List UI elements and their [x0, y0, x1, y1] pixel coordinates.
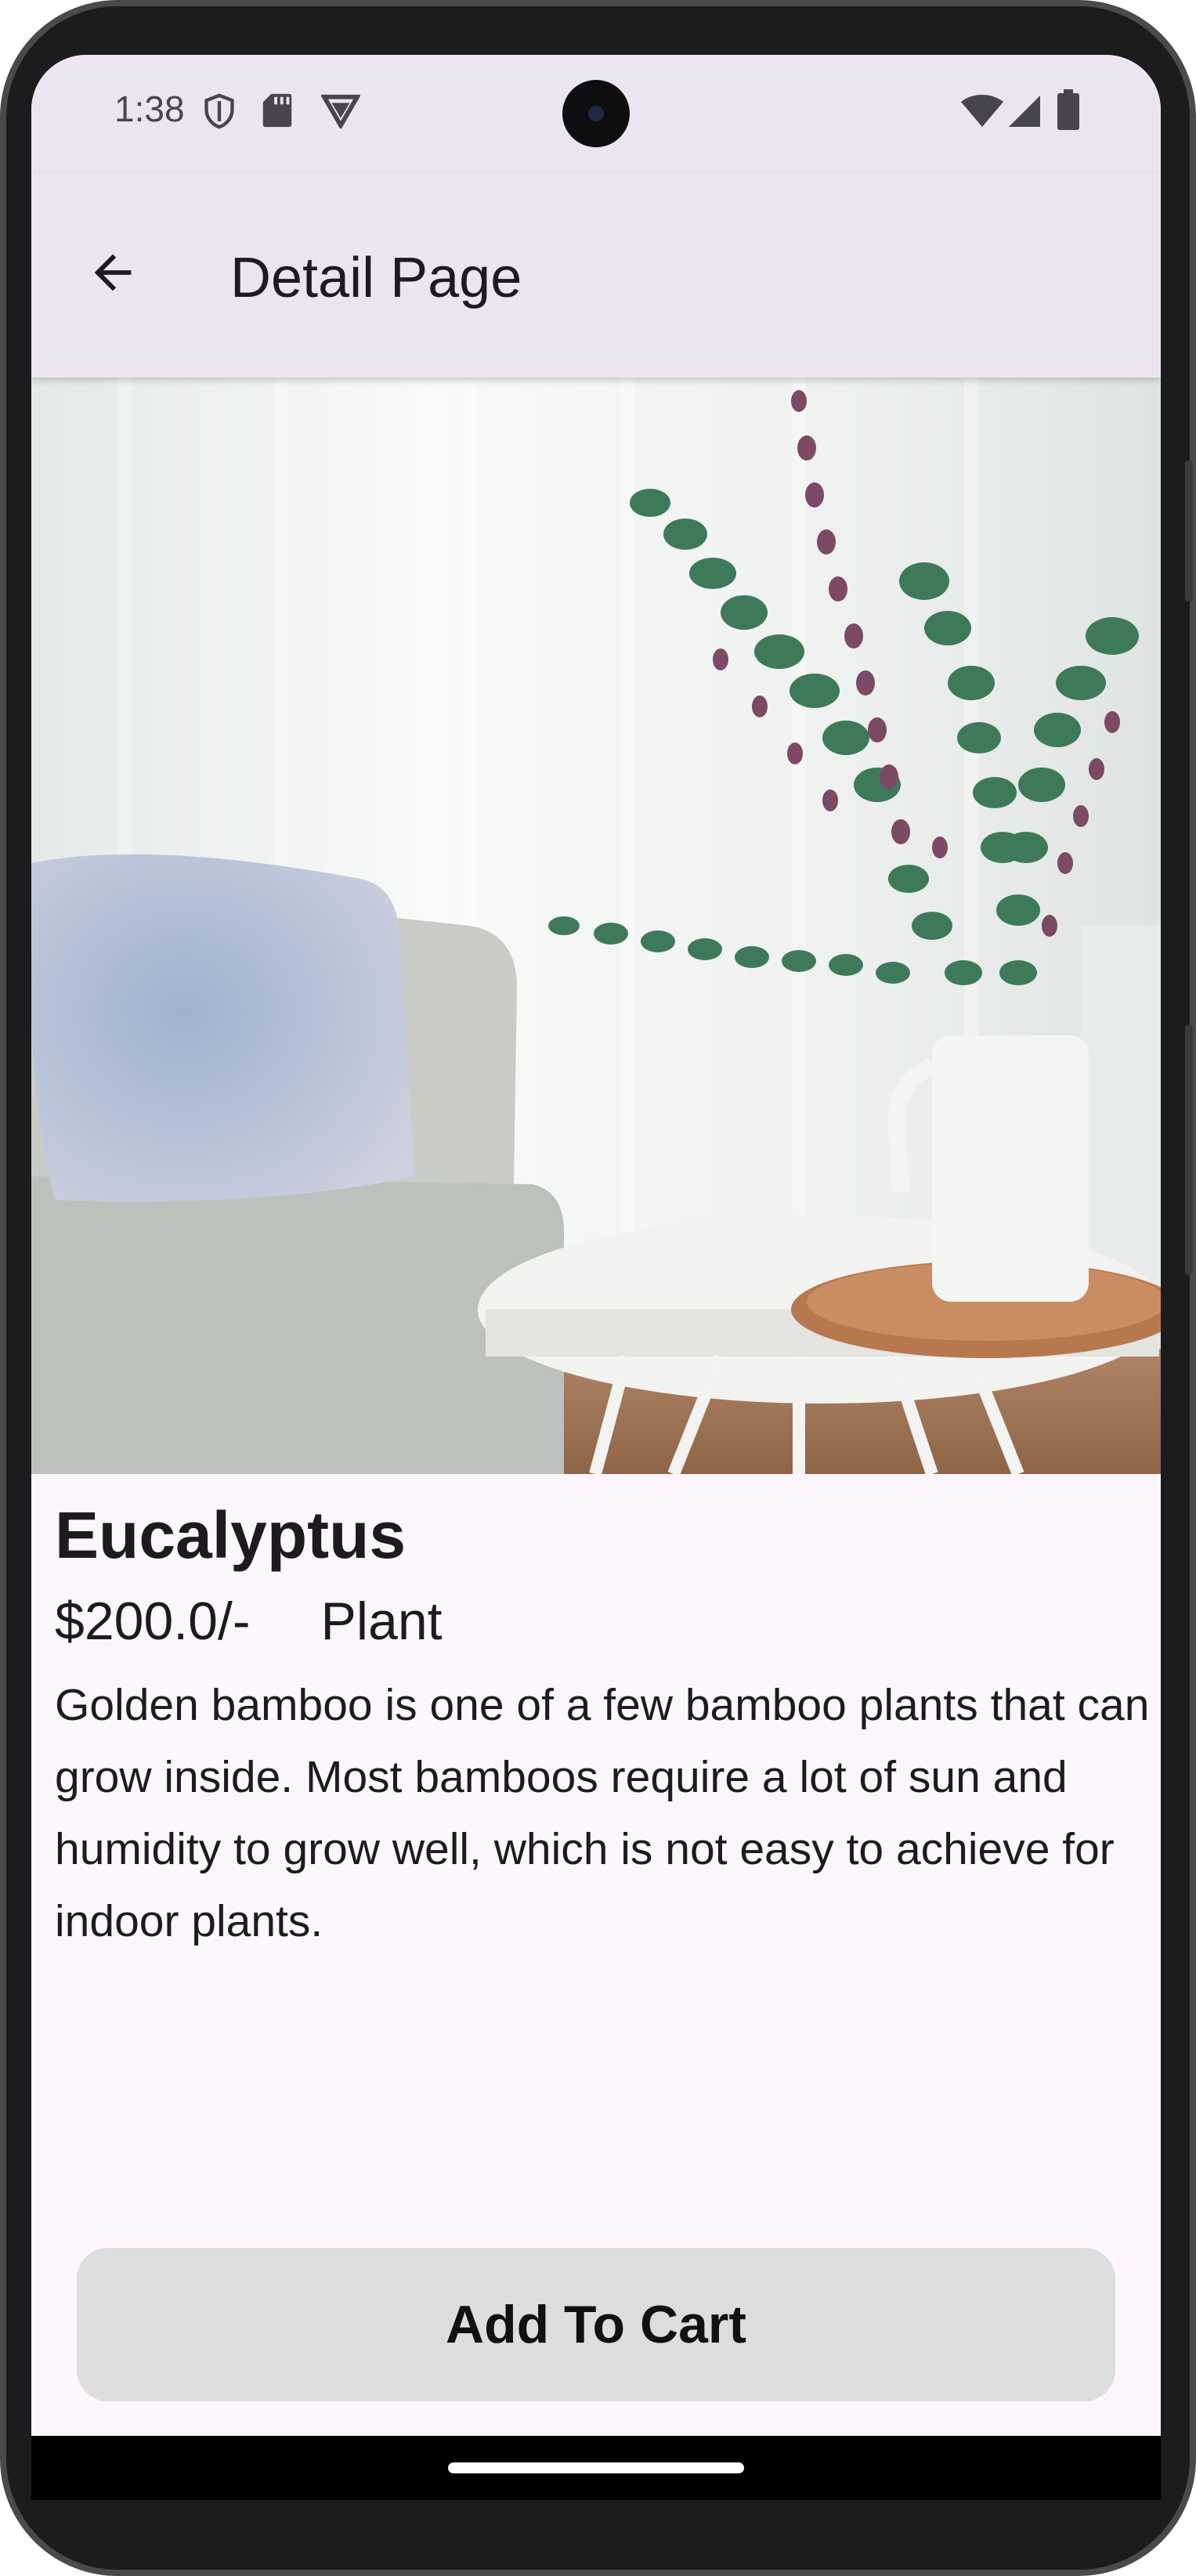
volume-button [1185, 1024, 1193, 1275]
navigation-bar [31, 2436, 1161, 2500]
arrow-back-icon [94, 254, 132, 291]
battery-icon [1057, 89, 1079, 134]
vpn-icon [320, 92, 362, 132]
shield-icon [202, 92, 237, 134]
home-indicator[interactable] [448, 2462, 744, 2473]
product-category: Plant [320, 1591, 443, 1651]
app-bar: Detail Page [31, 172, 1161, 378]
front-camera [562, 80, 630, 147]
product-details: Eucalyptus $200.0/- Plant Golden bamboo … [55, 1496, 1149, 1957]
wifi-icon [960, 94, 1004, 132]
product-name: Eucalyptus [55, 1498, 406, 1572]
add-to-cart-button[interactable]: Add To Cart [77, 2248, 1115, 2401]
price-row: $200.0/- Plant [55, 1591, 1137, 1652]
product-description: Golden bamboo is one of a few bamboo pla… [55, 1679, 1150, 1946]
product-price: $200.0/- [55, 1591, 251, 1651]
signal-icon [1007, 94, 1042, 132]
sd-card-icon [262, 92, 293, 132]
product-image [31, 378, 1161, 1474]
status-bar: 1:38 [31, 55, 1161, 172]
page-title: Detail Page [230, 247, 522, 309]
back-button[interactable] [74, 233, 152, 312]
status-time: 1:38 [114, 89, 185, 129]
power-button [1185, 461, 1193, 602]
screen: 1:38 Detail Page Eucalyptus $200.0/- Pla… [31, 55, 1161, 2436]
